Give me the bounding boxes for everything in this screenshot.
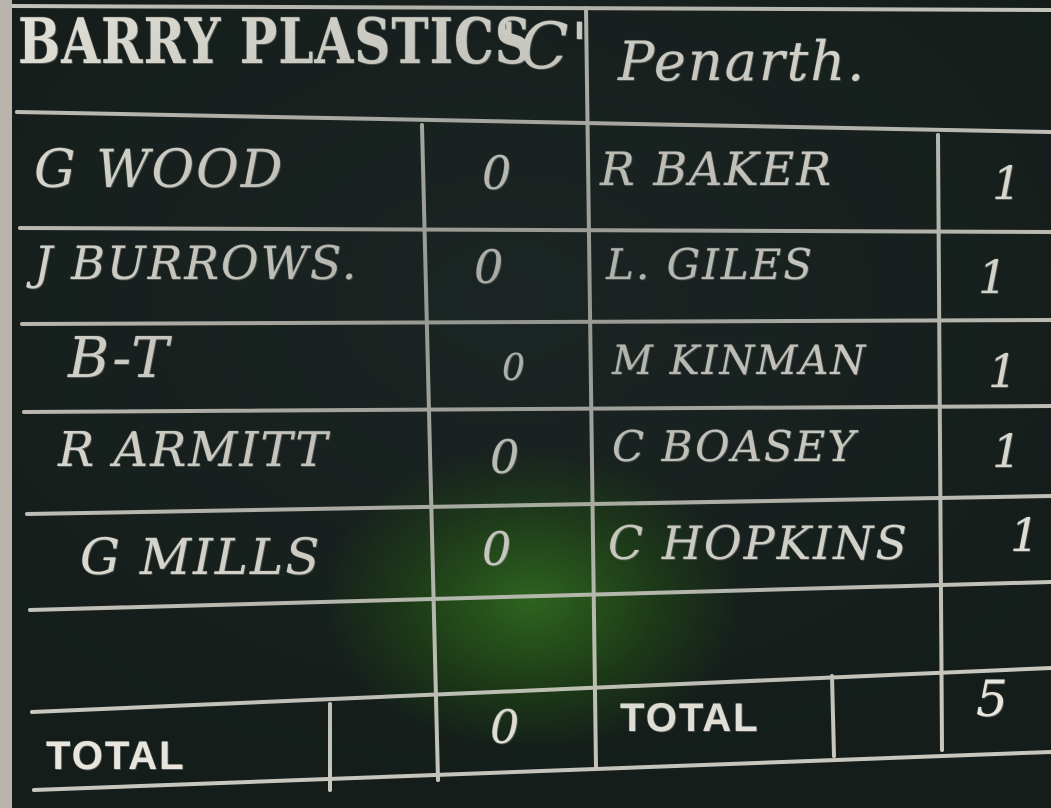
home-total-label: TOTAL [46,734,186,778]
away-total-label: TOTAL [620,696,760,740]
home-player-5-score: 0 [482,522,514,576]
home-player-2-name: J BURROWS. [34,236,359,290]
chalkboard: BARRY PLASTICS 'C' Penarth. G WOOD 0 J B… [12,0,1051,808]
away-player-3-score: 1 [988,344,1020,398]
away-player-4-name: C BOASEY [612,422,858,471]
away-player-2-name: L. GILES [606,240,815,289]
away-player-4-score: 1 [992,424,1024,478]
home-player-1-name: G WOOD [34,140,285,200]
grid-lines [12,4,1051,792]
away-player-1-score: 1 [992,156,1024,210]
away-player-3-name: M KINMAN [612,338,868,384]
home-player-1-score: 0 [482,146,514,200]
home-player-3-name: B-T [68,326,171,391]
away-player-5-name: C HOPKINS [608,516,909,570]
away-team-name: Penarth. [618,30,867,93]
home-team-name: BARRY PLASTICS [18,4,532,78]
home-player-2-score: 0 [474,240,506,294]
home-player-4-score: 0 [490,430,522,484]
away-player-5-score: 1 [1010,508,1042,562]
home-player-4-name: R ARMITT [58,422,330,478]
away-player-1-name: R BAKER [600,142,833,196]
home-total-score: 0 [490,700,522,754]
home-player-3-score: 0 [502,348,527,389]
home-team-suffix: 'C' [500,10,591,84]
away-total-score: 5 [976,670,1010,728]
away-player-2-score: 1 [978,250,1010,304]
home-player-5-name: G MILLS [80,528,322,586]
